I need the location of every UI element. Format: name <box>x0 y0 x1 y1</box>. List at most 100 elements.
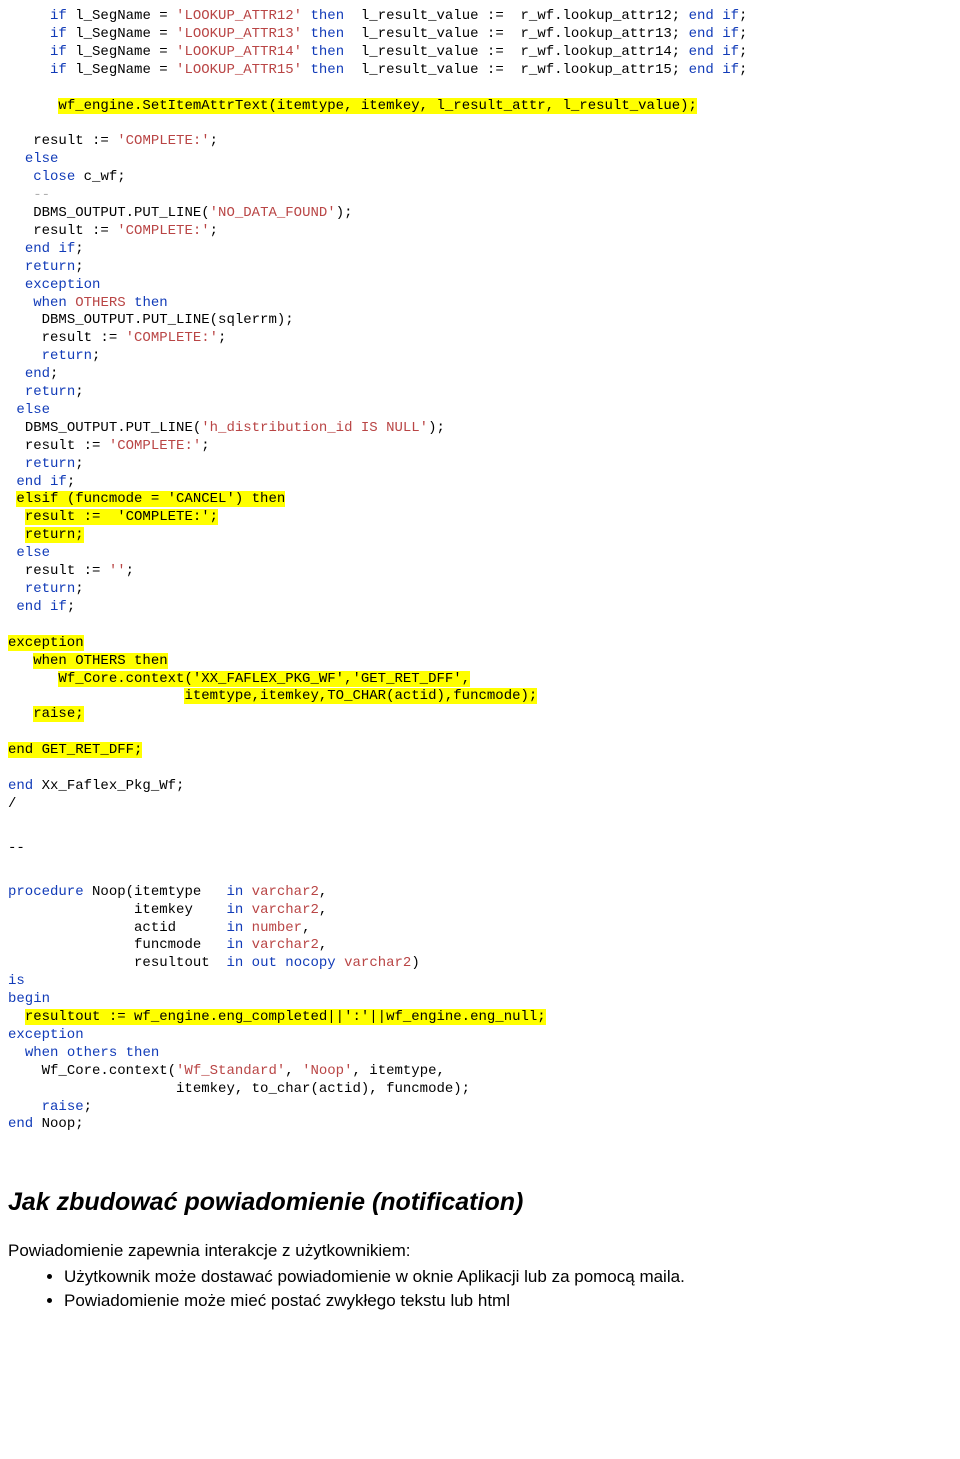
code-line: return; <box>8 456 952 474</box>
code-token <box>8 617 16 633</box>
code-line: DBMS_OUTPUT.PUT_LINE(sqlerrm); <box>8 312 952 330</box>
code-token <box>8 115 16 131</box>
code-token: 'Wf_Standard' <box>176 1063 285 1079</box>
code-token: end <box>8 1116 33 1132</box>
code-token: l_SegName = <box>67 62 176 78</box>
code-token <box>714 26 722 42</box>
code-line: when OTHERS then <box>8 653 952 671</box>
code-token: when <box>33 295 67 311</box>
code-line: return; <box>8 259 952 277</box>
code-token: in <box>226 937 243 953</box>
code-token: l_result_value := r_wf.lookup_attr14; <box>344 44 688 60</box>
code-line: end; <box>8 366 952 384</box>
code-token <box>243 884 251 900</box>
code-token: if <box>50 8 67 24</box>
code-token: 'NO_DATA_FOUND' <box>210 205 336 221</box>
code-line: end if; <box>8 474 952 492</box>
code-token: 'COMPLETE:' <box>109 438 201 454</box>
code-line: raise; <box>8 1099 952 1117</box>
code-token: else <box>25 151 59 167</box>
code-token: , <box>319 937 327 953</box>
code-token: ; <box>75 259 83 275</box>
code-token: funcmode <box>134 937 226 953</box>
code-line: result := 'COMPLETE:'; <box>8 438 952 456</box>
code-token: in <box>226 920 243 936</box>
code-token: close <box>33 169 75 185</box>
code-token <box>243 920 251 936</box>
code-token: resultout <box>134 955 226 971</box>
code-line: raise; <box>8 706 952 724</box>
code-token: else <box>16 402 50 418</box>
code-token: ; <box>92 348 100 364</box>
code-token: ; <box>126 563 134 579</box>
code-token: end <box>689 8 714 24</box>
code-token: Wf_Core.context( <box>42 1063 176 1079</box>
code-token: end <box>689 62 714 78</box>
code-token: l_SegName = <box>67 26 176 42</box>
code-token: raise; <box>33 706 83 722</box>
code-token: then <box>134 295 168 311</box>
code-token: end <box>25 241 50 257</box>
code-token: , <box>285 1063 302 1079</box>
code-line: when OTHERS then <box>8 295 952 313</box>
code-line: resultout in out nocopy varchar2) <box>8 955 952 973</box>
section-heading: Jak zbudować powiadomienie (notification… <box>8 1186 952 1218</box>
code-token: end GET_RET_DFF; <box>8 742 142 758</box>
code-token: OTHERS <box>75 295 125 311</box>
code-line: end Xx_Faflex_Pkg_Wf; <box>8 778 952 796</box>
code-line <box>8 760 952 778</box>
code-token: if <box>722 62 739 78</box>
code-line: begin <box>8 991 952 1009</box>
code-token <box>42 474 50 490</box>
code-line <box>8 617 952 635</box>
code-token: 'h_distribution_id IS NULL' <box>201 420 428 436</box>
code-token: ); <box>336 205 353 221</box>
code-token: '' <box>109 563 126 579</box>
code-token: end <box>689 44 714 60</box>
code-line: close c_wf; <box>8 169 952 187</box>
code-token: in <box>226 902 243 918</box>
code-line: return; <box>8 581 952 599</box>
code-token: procedure <box>8 884 84 900</box>
code-token: exception <box>25 277 101 293</box>
code-token <box>8 760 16 776</box>
code-token: l_SegName = <box>67 44 176 60</box>
code-line: result := 'COMPLETE:'; <box>8 133 952 151</box>
code-token: result := <box>33 133 117 149</box>
code-token: 'LOOKUP_ATTR12' <box>176 8 302 24</box>
bullet-item: Powiadomienie może mieć postać zwykłego … <box>64 1290 952 1312</box>
code-token: when <box>25 1045 59 1061</box>
code-token: Noop; <box>33 1116 83 1132</box>
code-token: 'LOOKUP_ATTR14' <box>176 44 302 60</box>
code-token <box>67 295 75 311</box>
code-line: exception <box>8 1027 952 1045</box>
code-token: if <box>50 44 67 60</box>
code-token: then <box>310 8 344 24</box>
code-token: ; <box>739 26 747 42</box>
code-token: if <box>722 44 739 60</box>
code-line: else <box>8 545 952 563</box>
code-token: then <box>310 26 344 42</box>
code-token: ; <box>739 8 747 24</box>
code-token: resultout := wf_engine.eng_completed||':… <box>25 1009 546 1025</box>
code-line: else <box>8 151 952 169</box>
code-token: l_SegName = <box>67 8 176 24</box>
code-token: result := <box>25 563 109 579</box>
code-token: else <box>16 545 50 561</box>
code-line: Wf_Core.context('XX_FAFLEX_PKG_WF','GET_… <box>8 671 952 689</box>
code-line: return; <box>8 384 952 402</box>
code-token: ; <box>75 241 83 257</box>
code-token: ; <box>739 62 747 78</box>
code-line: DBMS_OUTPUT.PUT_LINE('h_distribution_id … <box>8 420 952 438</box>
code-token: end <box>689 26 714 42</box>
code-token: actid <box>134 920 226 936</box>
code-token: in <box>226 955 243 971</box>
code-token: ; <box>50 366 58 382</box>
code-token: l_result_value := r_wf.lookup_attr13; <box>344 26 688 42</box>
code-line: exception <box>8 277 952 295</box>
code-token: , <box>302 920 310 936</box>
code-line: funcmode in varchar2, <box>8 937 952 955</box>
code-token: raise <box>42 1099 84 1115</box>
code-token: exception <box>8 1027 84 1043</box>
code-line: else <box>8 402 952 420</box>
